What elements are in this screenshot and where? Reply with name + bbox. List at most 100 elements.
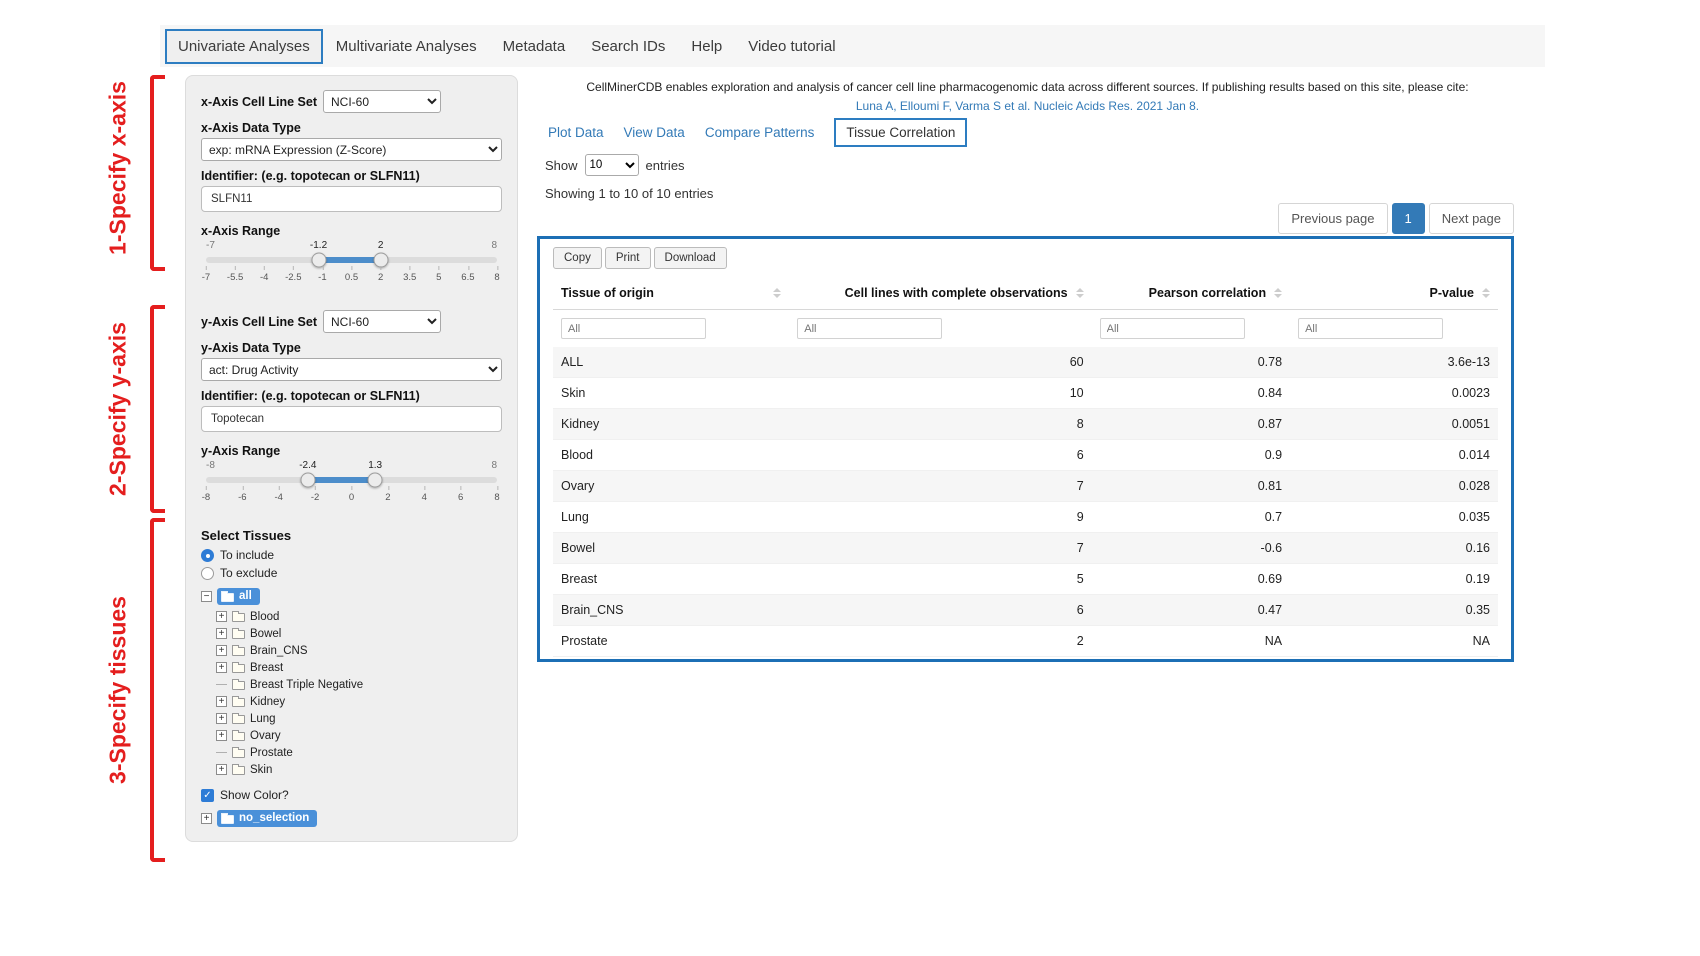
expand-icon[interactable]: +	[216, 628, 227, 639]
previous-page-button[interactable]: Previous page	[1278, 203, 1387, 234]
column-header-label: Tissue of origin	[561, 286, 654, 300]
value-cell: 5	[789, 564, 1091, 595]
tree-item-label: Kidney	[250, 696, 285, 708]
y-axis-cell-line-set-select[interactable]: NCI-60	[323, 310, 441, 333]
tissues-include-radio[interactable]: To include	[201, 548, 502, 562]
all-tissues-node[interactable]: all	[217, 588, 260, 605]
tree-item-kidney[interactable]: + Kidney	[216, 693, 502, 710]
entries-select[interactable]: 10	[585, 154, 639, 176]
no-selection-root-row: + no_selection	[201, 810, 502, 827]
tree-item-brain-cns[interactable]: +Brain_CNS	[216, 642, 502, 659]
column-header-pearson-correlation[interactable]: Pearson correlation	[1092, 277, 1290, 310]
tab-compare-patterns[interactable]: Compare Patterns	[705, 125, 815, 140]
collapse-icon[interactable]: −	[201, 591, 212, 602]
filter-input-pearson-correlation[interactable]	[1100, 318, 1245, 339]
column-header-cell-lines-with-complete-observations[interactable]: Cell lines with complete observations	[789, 277, 1091, 310]
y-axis-identifier-input[interactable]	[201, 406, 502, 432]
tree-item-skin[interactable]: +Skin	[216, 761, 502, 778]
expand-icon[interactable]: +	[201, 813, 212, 824]
x-axis-slider-from-handle[interactable]	[311, 253, 326, 268]
show-color-option[interactable]: ✓ Show Color?	[201, 788, 502, 802]
y-axis-slider-to-handle[interactable]	[368, 473, 383, 488]
y-axis-slider-from-value: -2.4	[299, 460, 316, 471]
nav-tab-video-tutorial[interactable]: Video tutorial	[735, 29, 848, 64]
tree-item-prostate[interactable]: Prostate	[216, 744, 502, 761]
tree-item-label: Bowel	[250, 628, 281, 640]
value-cell: 8	[789, 409, 1091, 440]
value-cell: 9	[789, 502, 1091, 533]
x-axis-cell-line-set-row: x-Axis Cell Line Set NCI-60	[201, 90, 502, 113]
tissues-exclude-label: To exclude	[220, 566, 277, 580]
value-cell: 0.84	[1092, 378, 1290, 409]
x-axis-slider-tick: 2	[378, 272, 383, 283]
y-axis-slider-tick: -2	[311, 492, 319, 503]
y-axis-slider-from-handle[interactable]	[300, 473, 315, 488]
value-cell: NA	[1092, 626, 1290, 657]
cellminercdb-page: 1-Specify x-axis 2-Specify y-axis 3-Spec…	[0, 0, 1700, 956]
nav-tab-metadata[interactable]: Metadata	[490, 29, 579, 64]
sort-desc-arrow	[773, 294, 781, 298]
x-axis-range-slider[interactable]: -7-1.228-7-5.5-4-2.5-10.523.556.58	[206, 240, 497, 292]
filter-input-p-value[interactable]	[1298, 318, 1443, 339]
column-header-content: Cell lines with complete observations	[797, 286, 1083, 300]
filter-cell-cell-lines-with-complete-observations	[789, 310, 1091, 348]
copy-button[interactable]: Copy	[553, 247, 602, 269]
x-axis-slider-tick: -5.5	[227, 272, 243, 283]
tab-view-data[interactable]: View Data	[624, 125, 685, 140]
y-axis-slider-ticks: -8-6-4-202468	[206, 488, 497, 506]
column-header-tissue-of-origin[interactable]: Tissue of origin	[553, 277, 789, 310]
tree-item-breast-triple-negative[interactable]: Breast Triple Negative	[216, 676, 502, 693]
x-axis-slider-max-label: 8	[491, 240, 497, 251]
expand-icon[interactable]: +	[216, 645, 227, 656]
nav-tab-search-ids[interactable]: Search IDs	[578, 29, 678, 64]
value-cell: -0.6	[1092, 533, 1290, 564]
tissues-exclude-radio[interactable]: To exclude	[201, 566, 502, 580]
x-axis-data-type-select[interactable]: exp: mRNA Expression (Z-Score)	[201, 138, 502, 161]
expand-icon[interactable]: +	[216, 730, 227, 741]
tree-item-blood[interactable]: +Blood	[216, 608, 502, 625]
next-page-button[interactable]: Next page	[1429, 203, 1514, 234]
expand-icon[interactable]: +	[216, 713, 227, 724]
tree-item-breast[interactable]: +Breast	[216, 659, 502, 676]
tree-item-ovary[interactable]: +Ovary	[216, 727, 502, 744]
y-axis-slider-track[interactable]	[206, 477, 497, 483]
nav-tab-multivariate-analyses[interactable]: Multivariate Analyses	[323, 29, 490, 64]
tab-plot-data[interactable]: Plot Data	[548, 125, 604, 140]
tree-item-bowel[interactable]: + Bowel	[216, 625, 502, 642]
x-axis-identifier-input[interactable]	[201, 186, 502, 212]
print-button[interactable]: Print	[605, 247, 651, 269]
no-selection-node[interactable]: no_selection	[217, 810, 317, 827]
show-label: Show	[545, 158, 578, 173]
nav-tab-help[interactable]: Help	[678, 29, 735, 64]
filter-cell-p-value	[1290, 310, 1498, 348]
nav-tab-univariate-analyses[interactable]: Univariate Analyses	[165, 29, 323, 64]
table-row-blood: Blood60.90.014	[553, 440, 1498, 471]
x-axis-slider-tick: 0.5	[345, 272, 358, 283]
analysis-subtabs: Plot Data View Data Compare Patterns Tissue…	[548, 118, 967, 147]
top-nav: Univariate AnalysesMultivariate Analyses…	[160, 25, 1545, 67]
expand-icon[interactable]: +	[216, 696, 227, 707]
filter-input-tissue-of-origin[interactable]	[561, 318, 706, 339]
value-cell: 7	[789, 471, 1091, 502]
tree-item-lung[interactable]: +Lung	[216, 710, 502, 727]
x-axis-slider-track[interactable]	[206, 257, 497, 263]
y-axis-slider-labels: -8-2.41.38	[206, 460, 497, 474]
tab-tissue-correlation[interactable]: Tissue Correlation	[834, 118, 967, 147]
value-cell: 3.6e-13	[1290, 347, 1498, 378]
expand-icon[interactable]: +	[216, 662, 227, 673]
current-page-button[interactable]: 1	[1392, 203, 1425, 234]
value-cell: 0.87	[1092, 409, 1290, 440]
y-axis-data-type-select[interactable]: act: Drug Activity	[201, 358, 502, 381]
filter-input-cell-lines-with-complete-observations[interactable]	[797, 318, 942, 339]
citation-link[interactable]: Luna A, Elloumi F, Varma S et al. Nuclei…	[545, 99, 1510, 113]
column-header-p-value[interactable]: P-value	[1290, 277, 1498, 310]
expand-icon[interactable]: +	[216, 764, 227, 775]
download-button[interactable]: Download	[654, 247, 727, 269]
y-axis-range-label: y-Axis Range	[201, 444, 502, 458]
tissue-name-cell: Ovary	[553, 471, 789, 502]
y-axis-identifier-label: Identifier: (e.g. topotecan or SLFN11)	[201, 389, 502, 403]
all-tissues-label: all	[239, 590, 252, 602]
y-axis-range-slider[interactable]: -8-2.41.38 -8-6-4-202468	[206, 460, 497, 512]
x-axis-cell-line-set-select[interactable]: NCI-60	[323, 90, 441, 113]
expand-icon[interactable]: +	[216, 611, 227, 622]
